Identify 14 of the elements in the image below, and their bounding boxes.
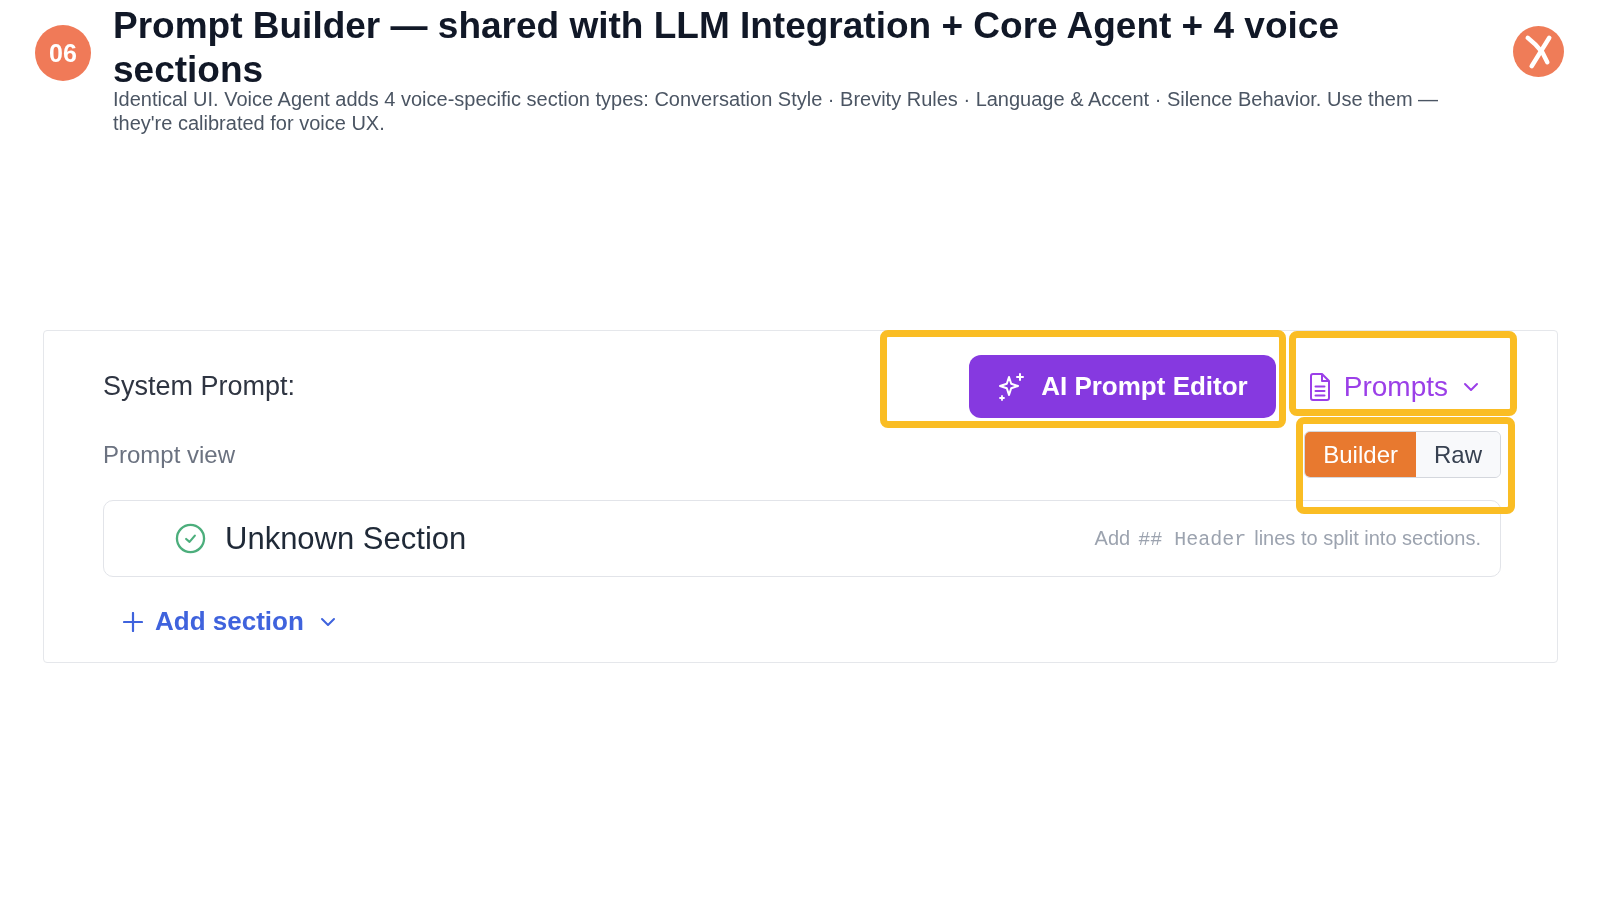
prompts-dropdown[interactable]: Prompts <box>1298 366 1501 407</box>
chevron-down-icon <box>319 616 336 627</box>
chevron-down-icon <box>1463 381 1479 392</box>
add-section-button[interactable]: Add section <box>123 606 336 637</box>
section-title: Unknown Section <box>225 520 467 557</box>
system-prompt-label: System Prompt: <box>103 371 296 402</box>
logo-icon <box>1513 26 1564 77</box>
view-toggle-option[interactable]: Builder <box>1305 432 1416 477</box>
prompt-view-label: Prompt view <box>103 440 236 469</box>
ai-prompt-editor-button[interactable]: AI Prompt Editor <box>969 355 1276 418</box>
plus-icon <box>123 611 143 632</box>
step-number-badge: 06 <box>35 25 91 81</box>
document-icon <box>1308 372 1331 401</box>
section-hint: Add ## Header lines to split into sections. <box>1094 526 1481 551</box>
